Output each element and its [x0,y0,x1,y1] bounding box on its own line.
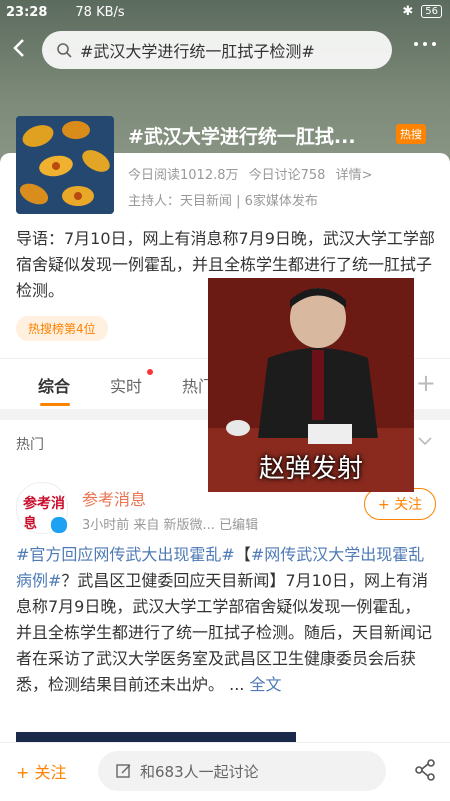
post-card: 参考消息 参考消息 3小时前 来自 新版微... 已编辑 + 关注 #官方回应网… [0,466,450,756]
topic-host[interactable]: 主持人：天目新闻 | 6家媒体发布 [128,190,318,209]
search-input[interactable]: #武汉大学进行统一肛拭子检测# [42,31,392,69]
discussion-input[interactable]: 和683人一起讨论 [98,751,386,791]
add-tab-icon[interactable]: + [416,369,436,397]
follow-button[interactable]: + 关注 [364,488,436,520]
post-text: #官方回应网传武大出现霍乱#【#网传武汉大学出现霍乱病例#？武昌区卫健委回应天目… [16,542,436,698]
top-bar: #武汉大学进行统一肛拭子检测# [0,28,450,72]
discussion-placeholder: 和683人一起讨论 [140,762,259,781]
hashtag-link[interactable]: #官方回应网传武大出现霍乱# [16,545,235,564]
hot-badge: 热搜 [396,124,426,144]
bottom-bar: + 关注 和683人一起讨论 [0,742,450,801]
bracket-text: 【 [234,545,251,564]
author-name[interactable]: 参考消息 [82,486,146,510]
tab-comprehensive[interactable]: 综合 [38,373,70,397]
more-options-icon[interactable] [414,42,436,46]
status-icons: ✱ 56 [402,4,442,19]
battery-icon: 56 [421,5,442,18]
discussion-count: 今日讨论758 [248,168,326,183]
new-dot [147,369,153,375]
bottom-follow-button[interactable]: + 关注 [16,759,67,783]
search-icon [57,43,72,58]
search-query: #武汉大学进行统一肛拭子检测# [80,42,315,61]
status-time: 23:28 [6,4,48,20]
chevron-down-icon[interactable] [416,432,434,450]
network-speed: 78 KB/s [75,4,125,20]
verified-icon [50,516,68,534]
topic-cover-image [16,116,114,214]
lead-text: ？武昌区卫健委回应天目新闻】 [61,571,286,590]
topic-title: #武汉大学进行统一肛拭... [128,126,356,148]
back-icon[interactable] [8,36,32,60]
section-label: 热门 [16,437,44,453]
active-tab-indicator [40,403,70,406]
meme-overlay-image: 赵弹发射 [208,278,414,492]
full-text-link[interactable]: 全文 [249,675,281,694]
tab-realtime[interactable]: 实时 [110,373,142,397]
topic-stats: 今日阅读1012.8万 今日讨论758 详情> [128,164,379,183]
status-bar: 23:28 78 KB/s ✱ 56 [0,0,450,24]
share-icon[interactable] [414,759,436,781]
post-meta: 3小时前 来自 新版微... 已编辑 [82,518,259,533]
rank-badge[interactable]: 热搜榜第4位 [16,316,108,341]
ellipsis: ... [229,675,245,694]
edit-icon [116,764,131,778]
details-link[interactable]: 详情> [336,168,373,183]
bluetooth-icon: ✱ [402,4,414,19]
reads-count: 今日阅读1012.8万 [128,168,239,183]
meme-caption: 赵弹发射 [258,454,363,484]
